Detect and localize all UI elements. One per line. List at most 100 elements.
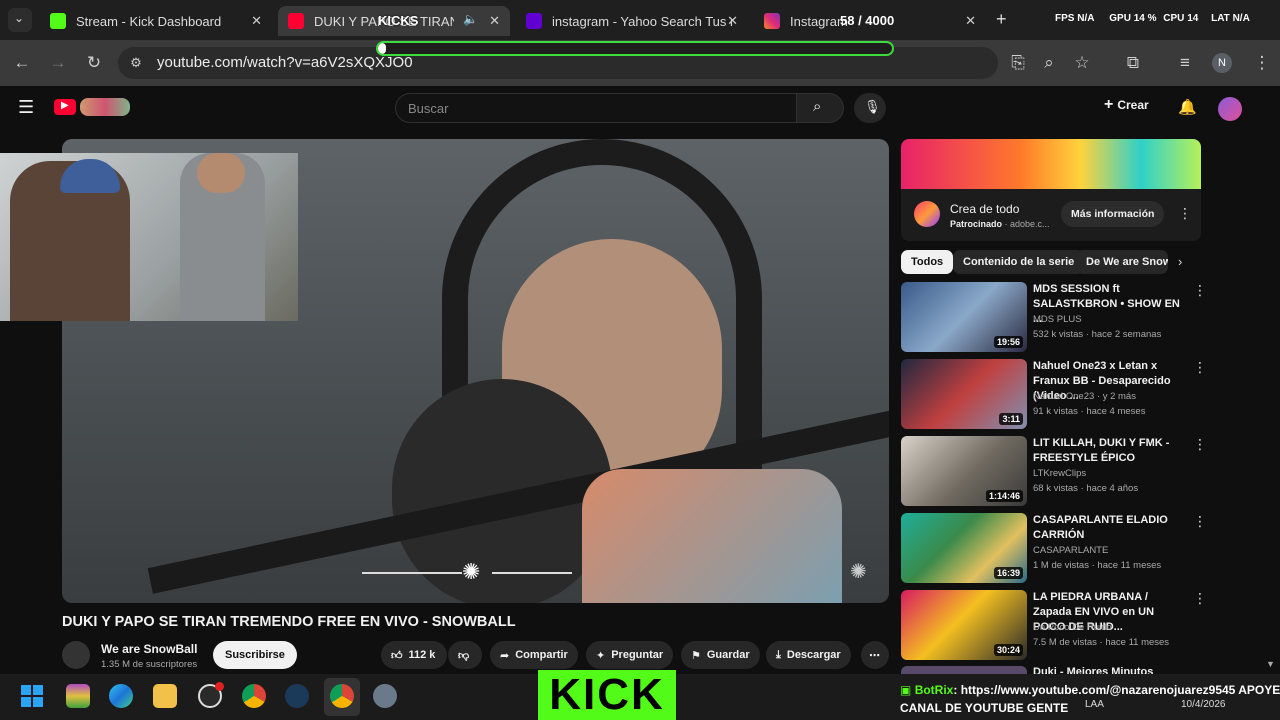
voice-search-button[interactable]: 🎙 (854, 93, 886, 123)
dislike-button[interactable]: 👎︎ (448, 641, 482, 669)
create-button[interactable]: + Crear (1104, 96, 1149, 120)
edge-icon[interactable] (109, 684, 133, 708)
plus-icon: + (1104, 96, 1114, 113)
tab-title: Stream - Kick Dashboard (76, 13, 222, 29)
stream-progress-bar (376, 41, 894, 56)
ad-more-icon[interactable]: ⋮ (1178, 205, 1192, 222)
tab-kick-dashboard[interactable]: Stream - Kick Dashboard ✕ (40, 6, 272, 36)
video-thumbnail[interactable] (901, 666, 1027, 674)
subscribe-button[interactable]: Suscribirse (213, 641, 297, 669)
channel-name[interactable]: Un Poco De Ruido (1033, 622, 1112, 633)
channel-name[interactable]: We are SnowBall (101, 642, 197, 656)
windows-start-icon[interactable] (21, 685, 43, 707)
channel-name[interactable]: LTKrewClips (1033, 468, 1086, 479)
ask-button[interactable]: ✦ Preguntar (586, 641, 674, 669)
download-icon: ⤓ (776, 648, 781, 661)
download-button[interactable]: ⤓ Descargar (766, 641, 851, 669)
list-item[interactable]: 16:39 CASAPARLANTE ELADIO CARRIÓN CASAPA… (901, 513, 1207, 585)
speaker-icon[interactable]: 🔈 (463, 12, 478, 26)
more-vertical-icon[interactable]: ⋮ (1193, 359, 1207, 376)
bookmark-icon: ⚑ (691, 649, 701, 662)
tab-search-button[interactable]: ⌄ (8, 8, 32, 32)
site-info-icon[interactable]: ⚙ (125, 52, 147, 74)
video-title[interactable]: LIT KILLAH, DUKI Y FMK - FREESTYLE ÉPICO (1033, 436, 1183, 466)
more-actions-button[interactable]: ⋯ (861, 641, 889, 669)
youtube-icon (288, 13, 304, 29)
close-icon[interactable]: ✕ (489, 13, 500, 29)
chrome-icon[interactable] (242, 684, 266, 708)
channel-name[interactable]: CASAPARLANTE (1033, 545, 1108, 556)
new-tab-button[interactable]: + (996, 9, 1007, 30)
hamburger-menu-icon[interactable]: ☰ (18, 97, 34, 118)
profile-avatar[interactable]: N (1212, 53, 1232, 73)
back-icon[interactable]: ← (11, 52, 33, 74)
language-indicator[interactable]: LAA (1085, 699, 1104, 710)
chip-all[interactable]: Todos (901, 250, 954, 274)
more-vertical-icon[interactable]: ⋮ (1193, 513, 1207, 530)
more-vertical-icon[interactable]: ⋮ (1193, 590, 1207, 607)
channel-name[interactable]: MDS PLUS (1033, 314, 1082, 325)
zoom-icon[interactable]: ⌕ (1038, 52, 1060, 74)
media-control-icon[interactable]: ≡ (1174, 52, 1196, 74)
video-title[interactable]: Duki - Mejores Minutos (1033, 666, 1153, 674)
steam-icon[interactable] (285, 684, 309, 708)
list-item[interactable]: Duki - Mejores Minutos (901, 666, 1201, 674)
list-item[interactable]: 30:24 LA PIEDRA URBANA / Zapada EN VIVO … (901, 590, 1207, 662)
video-meta: 1 M de vistas · hace 11 meses (1033, 560, 1162, 571)
video-thumbnail[interactable]: 30:24 (901, 590, 1027, 660)
save-button[interactable]: ⚑ Guardar (681, 641, 760, 669)
reload-icon[interactable]: ↻ (83, 52, 105, 74)
lat-value: N/A (1232, 13, 1250, 24)
kick-banner: KICK (538, 670, 676, 720)
ad-cta-button[interactable]: Más información (1061, 201, 1165, 227)
settings-gear-icon[interactable] (373, 684, 397, 708)
file-explorer-icon[interactable] (153, 684, 177, 708)
extensions-icon[interactable]: ⧉ (1122, 52, 1144, 74)
doodle-decoration (80, 98, 130, 116)
youtube-logo[interactable]: ▶ (54, 99, 76, 115)
list-item[interactable]: 1:14:46 LIT KILLAH, DUKI Y FMK - FREESTY… (901, 436, 1207, 508)
chrome-active-icon[interactable] (330, 684, 354, 708)
close-icon[interactable]: ✕ (727, 13, 738, 29)
list-item[interactable]: 19:56 MDS SESSION ft SALASTKBRON • SHOW … (901, 282, 1207, 354)
tab-yahoo-search[interactable]: instagram - Yahoo Search Tus r ✕ (516, 6, 748, 36)
more-vertical-icon[interactable]: ⋮ (1193, 436, 1207, 453)
chip-channel[interactable]: De We are Snow (1076, 250, 1168, 274)
bookmark-star-icon[interactable]: ☆ (1071, 52, 1093, 74)
share-button[interactable]: ➦ Compartir (490, 641, 578, 669)
shirt-shape (582, 469, 842, 603)
download-label: Descargar (786, 649, 841, 661)
video-thumbnail[interactable]: 19:56 (901, 282, 1027, 352)
channel-avatar[interactable] (62, 641, 90, 669)
chevron-right-icon[interactable]: › (1178, 254, 1182, 269)
scroll-down-arrow-icon[interactable]: ▼ (1266, 659, 1275, 669)
video-thumbnail[interactable]: 1:14:46 (901, 436, 1027, 506)
url-text[interactable]: youtube.com/watch?v=a6V2sXQXJO0 (157, 54, 413, 71)
more-vertical-icon[interactable]: ⋮ (1193, 282, 1207, 299)
video-title[interactable]: CASAPARLANTE ELADIO CARRIÓN (1033, 513, 1183, 543)
chip-series[interactable]: Contenido de la serie (953, 250, 1085, 274)
chat-username: BotRix (914, 683, 954, 697)
video-thumbnail[interactable]: 3:11 (901, 359, 1027, 429)
account-avatar[interactable] (1218, 97, 1242, 121)
ad-banner-image[interactable] (901, 139, 1201, 189)
install-app-icon[interactable]: ⎘ (1007, 52, 1029, 74)
close-icon[interactable]: ✕ (251, 13, 262, 29)
video-thumbnail[interactable]: 16:39 (901, 513, 1027, 583)
search-button[interactable]: ⌕ (796, 93, 844, 123)
browser-menu-icon[interactable]: ⋮ (1251, 52, 1273, 74)
winrar-icon[interactable] (66, 684, 90, 708)
duration-badge: 3:11 (999, 413, 1023, 425)
chevron-down-icon: ⌄ (14, 11, 25, 25)
gpu-label: GPU (1109, 13, 1131, 24)
forward-icon[interactable]: → (47, 52, 69, 74)
start-tile (33, 697, 43, 707)
list-item[interactable]: 3:11 Nahuel One23 x Letan x Franux BB - … (901, 359, 1207, 431)
search-input[interactable]: Buscar (395, 93, 797, 123)
system-date[interactable]: 10/4/2026 (1181, 699, 1226, 710)
close-icon[interactable]: ✕ (965, 13, 976, 29)
channel-name[interactable]: Nahuel One23 · y 2 más (1033, 391, 1136, 402)
like-button[interactable]: 👍︎ 112 k (381, 641, 447, 669)
video-scrub-line-left (362, 572, 462, 574)
notifications-bell-icon[interactable]: 🔔 (1178, 98, 1197, 116)
